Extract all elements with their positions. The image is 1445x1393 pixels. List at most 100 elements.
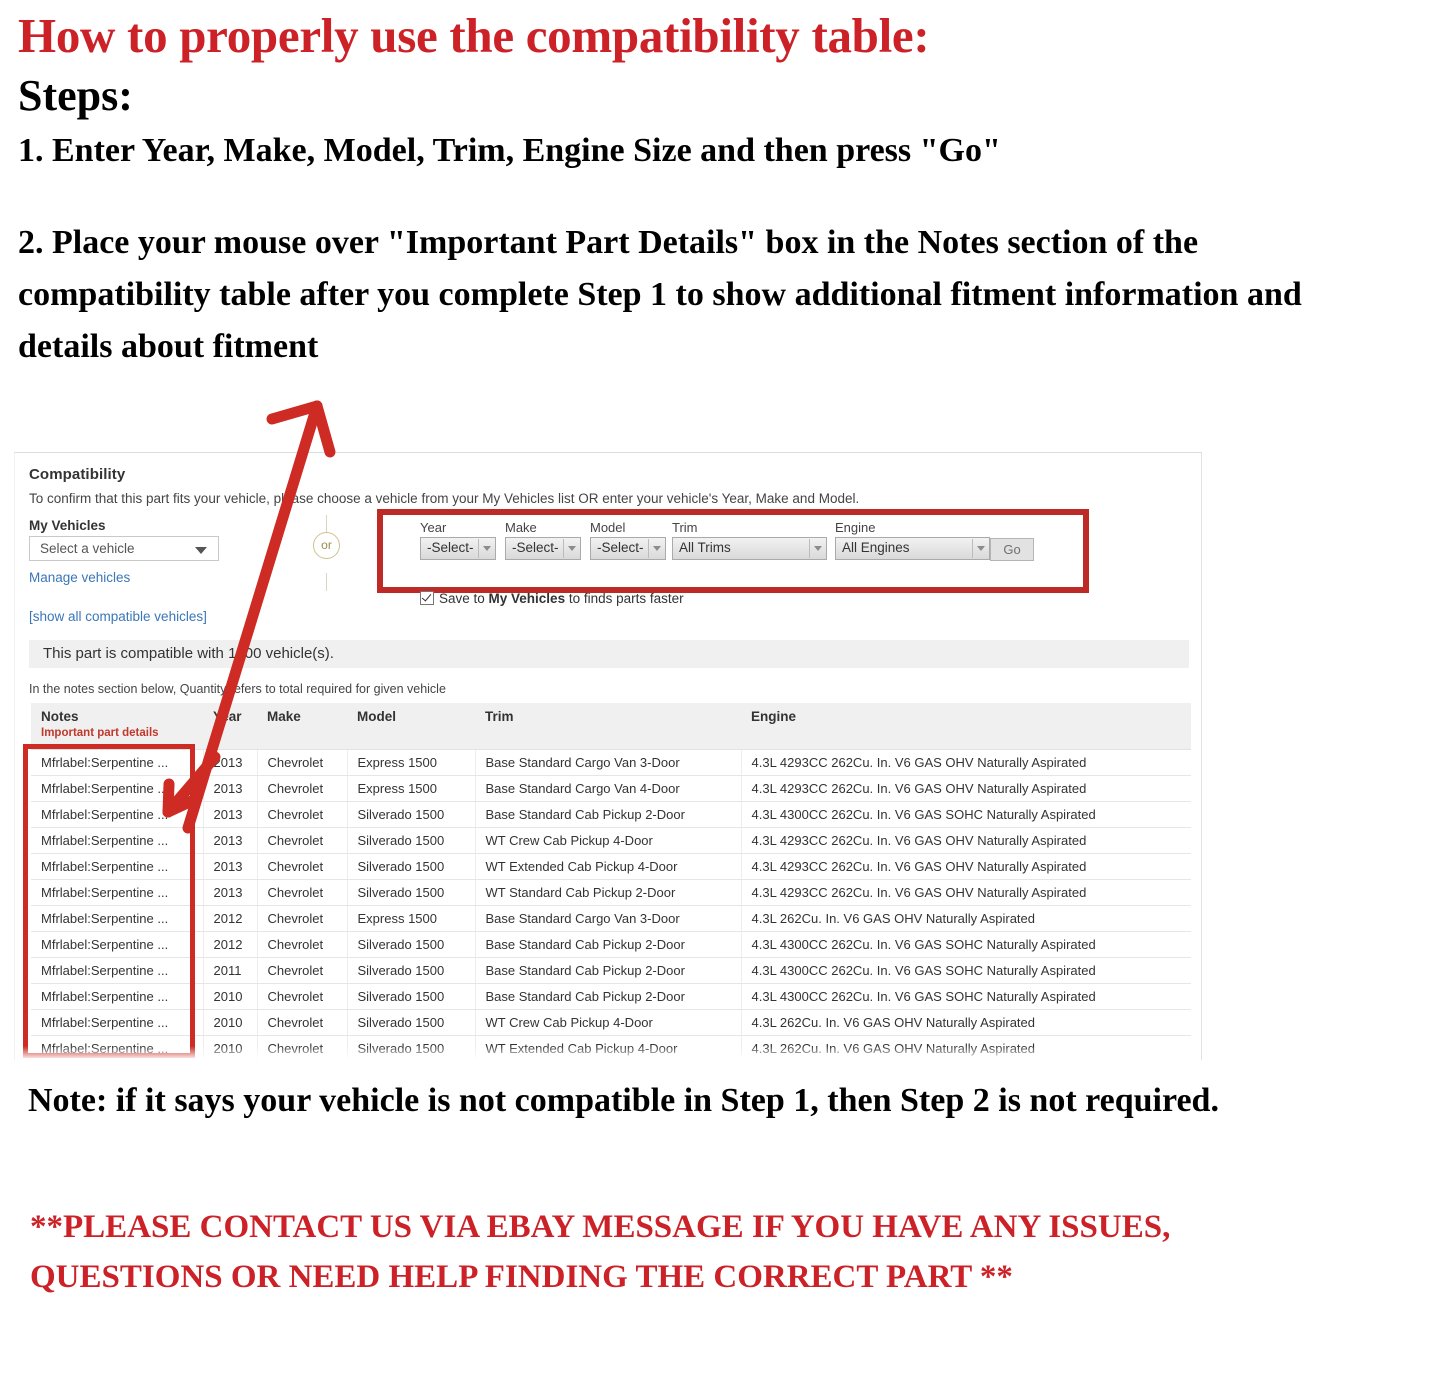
- table-cell-trim: Base Standard Cargo Van 3-Door: [475, 749, 742, 776]
- table-row: Mfrlabel:Serpentine ... 2013 Chevrolet Silv…: [31, 801, 1191, 828]
- go-button[interactable]: Go: [990, 538, 1034, 561]
- table-cell-year: 2013: [203, 853, 258, 880]
- or-divider-line-top: [326, 515, 327, 533]
- table-cell-notes[interactable]: Mfrlabel:Serpentine ...: [31, 1009, 204, 1036]
- column-header-year[interactable]: Year: [203, 703, 257, 750]
- column-header-notes-label: Notes: [41, 709, 79, 724]
- table-cell-notes[interactable]: Mfrlabel:Serpentine ...: [31, 983, 204, 1010]
- table-cell-make: Chevrolet: [257, 931, 348, 958]
- column-header-notes[interactable]: Notes Important part details: [31, 703, 203, 750]
- instructions-block: How to properly use the compatibility ta…: [18, 10, 1418, 372]
- table-cell-trim: Base Standard Cab Pickup 2-Door: [475, 801, 742, 828]
- table-cell-engine: 4.3L 4293CC 262Cu. In. V6 GAS OHV Natura…: [741, 827, 1191, 854]
- table-cell-year: 2010: [203, 1035, 258, 1060]
- table-cell-make: Chevrolet: [257, 749, 348, 776]
- table-cell-year: 2013: [203, 801, 258, 828]
- column-header-make[interactable]: Make: [257, 703, 347, 750]
- table-cell-make: Chevrolet: [257, 853, 348, 880]
- table-cell-model: Silverado 1500: [347, 879, 476, 906]
- chevron-down-icon: [568, 546, 576, 551]
- table-cell-model: Express 1500: [347, 749, 476, 776]
- table-cell-trim: Base Standard Cargo Van 4-Door: [475, 775, 742, 802]
- table-cell-make: Chevrolet: [257, 1009, 348, 1036]
- or-divider: or: [305, 515, 349, 591]
- table-cell-notes[interactable]: Mfrlabel:Serpentine ...: [31, 931, 204, 958]
- make-field-label: Make: [505, 520, 537, 535]
- table-cell-notes[interactable]: Mfrlabel:Serpentine ...: [31, 879, 204, 906]
- engine-field[interactable]: Engine All Engines: [835, 520, 990, 560]
- model-field[interactable]: Model -Select-: [590, 520, 666, 560]
- table-row: Mfrlabel:Serpentine ... 2011 Chevrolet Silv…: [31, 957, 1191, 984]
- save-to-my-vehicles-row[interactable]: Save to My Vehicles to finds parts faste…: [420, 589, 684, 606]
- vehicle-select[interactable]: Select a vehicle: [29, 536, 219, 561]
- make-field[interactable]: Make -Select-: [505, 520, 581, 560]
- compatible-count-banner: This part is compatible with 1000 vehicl…: [29, 640, 1189, 668]
- table-cell-model: Silverado 1500: [347, 827, 476, 854]
- model-select-value: -Select-: [597, 540, 644, 555]
- column-header-engine[interactable]: Engine: [741, 703, 1191, 750]
- compatibility-heading: Compatibility: [29, 466, 126, 483]
- table-cell-engine: 4.3L 4293CC 262Cu. In. V6 GAS OHV Natura…: [741, 853, 1191, 880]
- page-title: How to properly use the compatibility ta…: [18, 8, 930, 63]
- year-field[interactable]: Year -Select-: [420, 520, 496, 560]
- make-select[interactable]: -Select-: [505, 537, 581, 560]
- table-cell-notes[interactable]: Mfrlabel:Serpentine ...: [31, 957, 204, 984]
- table-cell-notes[interactable]: Mfrlabel:Serpentine ...: [31, 905, 204, 932]
- table-cell-notes[interactable]: Mfrlabel:Serpentine ...: [31, 1035, 204, 1060]
- engine-select-divider: [972, 539, 973, 558]
- compatibility-table: Notes Important part details Year Make Mo…: [31, 703, 1191, 1060]
- column-header-trim[interactable]: Trim: [475, 703, 741, 750]
- important-part-details-label[interactable]: Important part details: [41, 727, 203, 739]
- table-row: Mfrlabel:Serpentine ... 2013 Chevrolet Expr…: [31, 775, 1191, 802]
- table-cell-model: Silverado 1500: [347, 1009, 476, 1036]
- manage-vehicles-link[interactable]: Manage vehicles: [29, 570, 130, 585]
- engine-field-label: Engine: [835, 520, 876, 535]
- table-row: Mfrlabel:Serpentine ... 2010 Chevrolet Silv…: [31, 1009, 1191, 1036]
- table-cell-model: Express 1500: [347, 905, 476, 932]
- table-cell-make: Chevrolet: [257, 905, 348, 932]
- table-cell-engine: 4.3L 4300CC 262Cu. In. V6 GAS SOHC Natur…: [741, 957, 1191, 984]
- table-cell-trim: Base Standard Cab Pickup 2-Door: [475, 957, 742, 984]
- chevron-down-icon: [483, 546, 491, 551]
- table-cell-model: Silverado 1500: [347, 1035, 476, 1060]
- table-cell-make: Chevrolet: [257, 801, 348, 828]
- table-cell-year: 2013: [203, 879, 258, 906]
- chevron-down-icon: [814, 546, 822, 551]
- table-cell-trim: WT Extended Cab Pickup 4-Door: [475, 1035, 742, 1060]
- table-cell-make: Chevrolet: [257, 879, 348, 906]
- table-cell-model: Silverado 1500: [347, 957, 476, 984]
- vehicle-select-value: Select a vehicle: [40, 541, 135, 556]
- compatibility-subtitle: To confirm that this part fits your vehi…: [29, 491, 860, 506]
- table-cell-notes[interactable]: Mfrlabel:Serpentine ...: [31, 775, 204, 802]
- table-cell-model: Silverado 1500: [347, 931, 476, 958]
- table-cell-make: Chevrolet: [257, 827, 348, 854]
- column-header-model[interactable]: Model: [347, 703, 475, 750]
- make-select-value: -Select-: [512, 540, 559, 555]
- note-step2-not-required: Note: if it says your vehicle is not com…: [28, 1082, 1219, 1119]
- model-select[interactable]: -Select-: [590, 537, 666, 560]
- table-cell-make: Chevrolet: [257, 957, 348, 984]
- trim-select[interactable]: All Trims: [672, 537, 827, 560]
- trim-field-label: Trim: [672, 520, 698, 535]
- table-cell-notes[interactable]: Mfrlabel:Serpentine ...: [31, 801, 204, 828]
- save-to-my-vehicles-checkbox[interactable]: [420, 591, 434, 605]
- table-cell-engine: 4.3L 4293CC 262Cu. In. V6 GAS OHV Natura…: [741, 749, 1191, 776]
- table-cell-engine: 4.3L 262Cu. In. V6 GAS OHV Naturally Asp…: [741, 905, 1191, 932]
- table-cell-engine: 4.3L 262Cu. In. V6 GAS OHV Naturally Asp…: [741, 1009, 1191, 1036]
- year-select[interactable]: -Select-: [420, 537, 496, 560]
- table-cell-notes[interactable]: Mfrlabel:Serpentine ...: [31, 853, 204, 880]
- notes-quantity-hint: In the notes section below, Quantity ref…: [29, 682, 446, 696]
- table-cell-engine: 4.3L 4293CC 262Cu. In. V6 GAS OHV Natura…: [741, 775, 1191, 802]
- table-cell-year: 2013: [203, 827, 258, 854]
- table-cell-year: 2012: [203, 905, 258, 932]
- trim-field[interactable]: Trim All Trims: [672, 520, 827, 560]
- engine-select[interactable]: All Engines: [835, 537, 990, 560]
- table-row: Mfrlabel:Serpentine ... 2012 Chevrolet Silv…: [31, 931, 1191, 958]
- show-all-compatible-vehicles-link[interactable]: [show all compatible vehicles]: [29, 609, 207, 624]
- step-2-text: 2. Place your mouse over "Important Part…: [18, 224, 1302, 365]
- table-cell-model: Express 1500: [347, 775, 476, 802]
- table-row: Mfrlabel:Serpentine ... 2012 Chevrolet Expr…: [31, 905, 1191, 932]
- table-cell-notes[interactable]: Mfrlabel:Serpentine ...: [31, 749, 204, 776]
- table-cell-notes[interactable]: Mfrlabel:Serpentine ...: [31, 827, 204, 854]
- table-row: Mfrlabel:Serpentine ... 2010 Chevrolet Silv…: [31, 983, 1191, 1010]
